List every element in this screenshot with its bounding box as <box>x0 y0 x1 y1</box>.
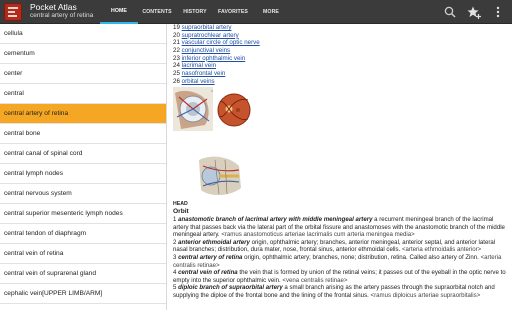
latin-term: <vena centralis retinae> <box>282 276 348 284</box>
reference-link[interactable]: conjunctival veins <box>182 47 231 54</box>
entry-detail: 19 supraorbital artery 20 supratrochlear… <box>173 24 512 310</box>
list-item[interactable]: center <box>0 64 166 84</box>
tab-home[interactable]: HOME <box>100 0 138 24</box>
list-item[interactable]: central superior mesenteric lymph nodes <box>0 204 166 224</box>
list-item-selected[interactable]: central artery of retina <box>0 104 166 124</box>
list-item[interactable]: cellula <box>0 24 166 44</box>
entry-term: anterior ethmoidal artery <box>178 238 250 246</box>
reference-row: 24 lacrimal vein <box>173 62 217 70</box>
reference-link[interactable]: lacrimal vein <box>182 62 216 69</box>
app-logo-icon[interactable] <box>4 3 22 21</box>
index-list[interactable]: cellula cementum center central central … <box>0 24 167 310</box>
list-item[interactable]: central bone <box>0 124 166 144</box>
reference-row: 20 supratrochlear artery <box>173 31 239 39</box>
reference-link[interactable]: orbital veins <box>182 78 215 85</box>
reference-list: 19 supraorbital artery 20 supratrochlear… <box>173 24 373 86</box>
reference-row: 23 inferior ophthalmic vein <box>173 54 246 62</box>
reference-row: 19 supraorbital artery <box>173 24 232 31</box>
tab-history[interactable]: HISTORY <box>176 0 214 24</box>
list-item[interactable]: central <box>0 84 166 104</box>
reference-link[interactable]: nasofrontal vein <box>182 70 226 77</box>
list-item[interactable]: central canal of spinal cord <box>0 144 166 164</box>
entry-term: anastomotic branch of lacrimal artery wi… <box>178 216 373 223</box>
reference-link[interactable]: vascular circle of optic nerve <box>182 39 260 46</box>
action-bar: Pocket Atlas central artery of retina HO… <box>0 0 512 24</box>
reference-row: 21 vascular circle of optic nerve <box>173 39 260 47</box>
tab-favorites[interactable]: FAVORITES <box>214 0 252 24</box>
list-item[interactable]: central lymph nodes <box>0 164 166 184</box>
entry-term: central vein of retina <box>178 269 238 277</box>
definition-entry: 1 anastomotic branch of lacrimal artery … <box>173 216 505 239</box>
search-icon[interactable] <box>442 4 458 20</box>
app-subtitle: central artery of retina <box>30 12 94 19</box>
eyeball-illustration-thumbnail[interactable] <box>173 87 213 136</box>
reference-link[interactable]: supratrochlear artery <box>182 32 239 39</box>
reference-row: 26 orbital veins <box>173 77 215 85</box>
definitions-list: 1 anastomotic branch of lacrimal artery … <box>173 216 509 300</box>
definition-entry: 2 anterior ethmoidal artery origin, opht… <box>173 238 496 254</box>
entry-term: central artery of retina <box>178 253 243 261</box>
entry-term: diploic branch of supraorbital artery <box>178 284 283 292</box>
reference-link[interactable]: supraorbital artery <box>182 24 232 31</box>
orbit-illustration-thumbnail[interactable] <box>195 154 243 203</box>
list-item[interactable]: cementum <box>0 44 166 64</box>
overflow-menu-icon[interactable] <box>490 4 506 20</box>
action-icons <box>434 4 506 20</box>
reference-link[interactable]: inferior ophthalmic vein <box>182 55 246 62</box>
reference-row: 22 conjunctival veins <box>173 47 231 55</box>
definition-entry: 4 central vein of retina the vein that i… <box>173 269 506 284</box>
selection-pointer <box>166 108 167 120</box>
region-label: HEAD <box>173 201 188 207</box>
definition-entry: 3 central artery of retina origin, ophth… <box>173 253 502 269</box>
list-item[interactable]: central vein of retina <box>0 244 166 264</box>
tab-more[interactable]: MORE <box>252 0 290 24</box>
latin-term: <ramus diploicus arteriae supraorbitalis… <box>370 291 481 299</box>
latin-term: <arteria ethmoidalis anterior> <box>401 246 482 254</box>
list-item[interactable]: central vein of suprarenal gland <box>0 264 166 284</box>
retina-fundus-thumbnail[interactable] <box>217 90 251 135</box>
tab-contents[interactable]: CONTENTS <box>138 0 176 24</box>
list-item[interactable]: cephalic vein[UPPER LIMB/ARM] <box>0 284 166 304</box>
favorite-add-icon[interactable] <box>466 4 482 20</box>
list-item[interactable]: central nervous system <box>0 184 166 204</box>
app-title: Pocket Atlas <box>30 2 77 12</box>
list-item[interactable]: central tendon of diaphragm <box>0 224 166 244</box>
latin-term: <ramus anastomoticus arteriae lacrimalis… <box>221 231 415 239</box>
section-title: Orbit <box>173 208 189 215</box>
reference-row: 25 nasofrontal vein <box>173 70 226 78</box>
tab-bar: HOME CONTENTS HISTORY FAVORITES MORE <box>100 0 290 24</box>
list-item-label: central artery of retina <box>4 110 69 117</box>
definition-entry: 5 diploic branch of supraorbital artery … <box>173 284 495 299</box>
